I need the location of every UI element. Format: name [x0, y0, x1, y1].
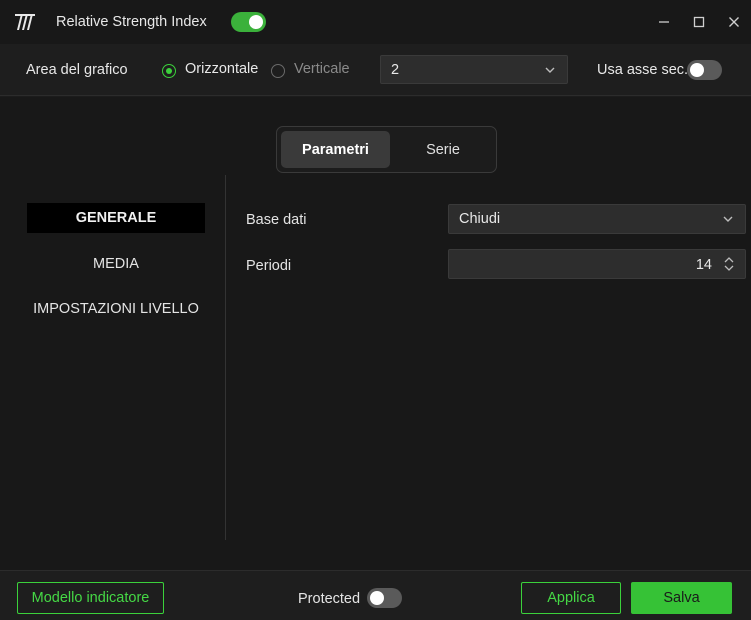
- tab-parametri[interactable]: Parametri: [281, 131, 390, 168]
- secondary-axis-label: Usa asse sec.: [597, 62, 689, 78]
- protected-toggle[interactable]: [367, 588, 402, 608]
- indicator-enabled-toggle[interactable]: [231, 12, 266, 32]
- radio-vertical[interactable]: [271, 64, 285, 78]
- close-icon: [729, 17, 739, 27]
- maximize-icon: [693, 16, 705, 28]
- tab-serie[interactable]: Serie: [393, 131, 493, 168]
- title-bar: Relative Strength Index: [0, 0, 751, 44]
- period-stepper[interactable]: 14: [448, 249, 746, 279]
- footer-bar: Modello indicatore Protected Applica Sal…: [0, 570, 751, 620]
- tab-switcher: Parametri Serie: [276, 126, 497, 173]
- period-value: 14: [695, 257, 712, 273]
- close-button[interactable]: [724, 12, 744, 32]
- sidebar-item-generale[interactable]: GENERALE: [27, 203, 205, 233]
- secondary-axis-toggle[interactable]: [687, 60, 722, 80]
- toggle-knob: [249, 15, 263, 29]
- apply-button[interactable]: Applica: [521, 582, 621, 614]
- chart-area-toolbar: Area del grafico Orizzontale Verticale 2…: [0, 44, 751, 96]
- radio-horizontal-label[interactable]: Orizzontale: [185, 61, 258, 77]
- protected-label: Protected: [298, 591, 361, 607]
- radio-vertical-label[interactable]: Verticale: [294, 61, 350, 77]
- toggle-knob: [690, 63, 704, 77]
- chevron-down-icon: [545, 67, 555, 73]
- app-logo-icon: [15, 14, 35, 30]
- indicator-template-button[interactable]: Modello indicatore: [17, 582, 164, 614]
- sidebar-divider: [225, 175, 226, 540]
- radio-horizontal[interactable]: [162, 64, 176, 78]
- pane-select-value: 2: [391, 62, 400, 78]
- main-panel: Parametri Serie GENERALE MEDIA IMPOSTAZI…: [0, 97, 751, 570]
- base-data-label: Base dati: [246, 212, 307, 228]
- maximize-button[interactable]: [689, 12, 709, 32]
- chart-area-label: Area del grafico: [26, 62, 128, 78]
- pane-select[interactable]: 2: [380, 55, 568, 84]
- toggle-knob: [370, 591, 384, 605]
- base-data-select[interactable]: Chiudi: [448, 204, 746, 234]
- minimize-icon: [659, 21, 669, 23]
- spin-arrows-icon[interactable]: [723, 255, 735, 273]
- base-data-value: Chiudi: [459, 211, 501, 227]
- window-title: Relative Strength Index: [56, 14, 207, 30]
- save-button[interactable]: Salva: [631, 582, 732, 614]
- minimize-button[interactable]: [654, 12, 674, 32]
- sidebar-item-impostazioni-livello[interactable]: IMPOSTAZIONI LIVELLO: [27, 294, 205, 324]
- sidebar-item-media[interactable]: MEDIA: [27, 249, 205, 279]
- chevron-down-icon: [723, 216, 733, 222]
- period-label: Periodi: [246, 258, 292, 274]
